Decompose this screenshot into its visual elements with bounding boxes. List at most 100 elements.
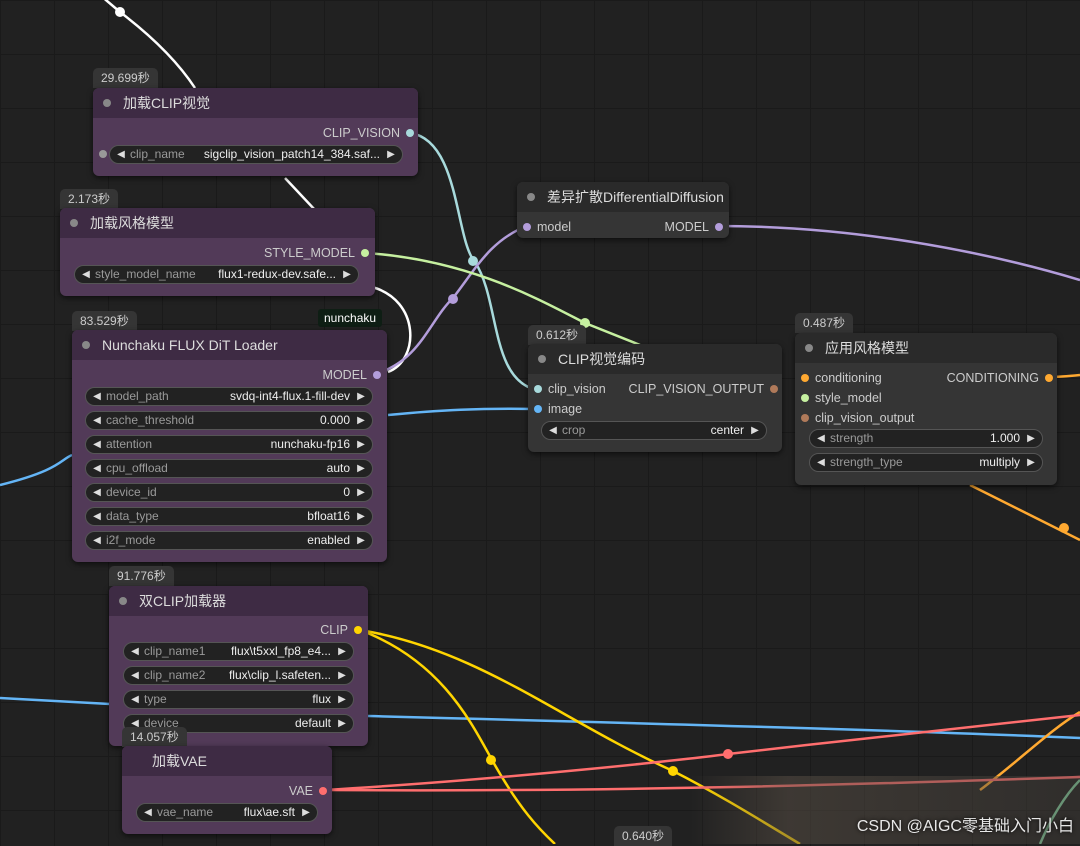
input-dot-icon[interactable] [801,414,809,422]
input-image[interactable]: image [534,401,582,417]
input-dot-icon[interactable] [801,394,809,402]
widget-strength[interactable]: ◀ strength 1.000 ▶ [809,429,1043,448]
node-nunchaku-flux-loader[interactable]: Nunchaku FLUX DiT Loader MODEL ◀ model_p… [72,330,387,562]
input-dot-icon[interactable] [534,405,542,413]
node-title[interactable]: 差异扩散DifferentialDiffusion [517,182,729,212]
collapse-dot-icon[interactable] [119,597,127,605]
arrow-left-icon[interactable]: ◀ [114,146,128,163]
arrow-left-icon[interactable]: ◀ [79,266,93,283]
arrow-left-icon[interactable]: ◀ [814,454,828,471]
arrow-right-icon[interactable]: ▶ [354,508,368,525]
arrow-left-icon[interactable]: ◀ [128,691,142,708]
input-dot-icon[interactable] [523,223,531,231]
arrow-right-icon[interactable]: ▶ [335,715,349,732]
output-dot-icon[interactable] [715,223,723,231]
input-model[interactable]: model [523,219,571,235]
input-conditioning[interactable]: conditioning [801,370,882,386]
widget-clip-name1[interactable]: ◀ clip_name1 flux\t5xxl_fp8_e4... ▶ [123,642,354,661]
arrow-right-icon[interactable]: ▶ [335,667,349,684]
arrow-left-icon[interactable]: ◀ [90,412,104,429]
output-dot-icon[interactable] [770,385,778,393]
arrow-left-icon[interactable]: ◀ [90,484,104,501]
node-differential-diffusion[interactable]: 差异扩散DifferentialDiffusion model MODEL [517,182,729,238]
arrow-right-icon[interactable]: ▶ [1024,430,1038,447]
output-style-model[interactable]: STYLE_MODEL [264,245,369,261]
arrow-right-icon[interactable]: ▶ [354,436,368,453]
output-clip-vision[interactable]: CLIP_VISION [323,125,414,141]
arrow-left-icon[interactable]: ◀ [128,667,142,684]
widget-clip-name2[interactable]: ◀ clip_name2 flux\clip_l.safeten... ▶ [123,666,354,685]
node-title[interactable]: 加载CLIP视觉 [93,88,418,118]
widget-device-id[interactable]: ◀ device_id 0 ▶ [85,483,373,502]
arrow-left-icon[interactable]: ◀ [90,532,104,549]
node-vae-loader[interactable]: 加载VAE VAE ◀ vae_name flux\ae.sft ▶ [122,746,332,834]
input-dot-icon[interactable] [534,385,542,393]
output-dot-icon[interactable] [373,371,381,379]
output-clip-vision-output[interactable]: CLIP_VISION_OUTPUT [629,381,778,397]
node-clip-vision-encode[interactable]: CLIP视觉编码 clip_vision image CLIP_VISION_O… [528,344,782,452]
arrow-right-icon[interactable]: ▶ [335,691,349,708]
arrow-right-icon[interactable]: ▶ [748,422,762,439]
arrow-right-icon[interactable]: ▶ [1024,454,1038,471]
output-dot-icon[interactable] [1045,374,1053,382]
node-dual-clip-loader[interactable]: 双CLIP加载器 CLIP ◀ clip_name1 flux\t5xxl_fp… [109,586,368,746]
widget-i2f-mode[interactable]: ◀ i2f_mode enabled ▶ [85,531,373,550]
input-style-model[interactable]: style_model [801,390,882,406]
arrow-left-icon[interactable]: ◀ [90,388,104,405]
arrow-right-icon[interactable]: ▶ [335,643,349,660]
arrow-left-icon[interactable]: ◀ [814,430,828,447]
widget-vae-name[interactable]: ◀ vae_name flux\ae.sft ▶ [136,803,318,822]
widget-attention[interactable]: ◀ attention nunchaku-fp16 ▶ [85,435,373,454]
widget-crop[interactable]: ◀ crop center ▶ [541,421,767,440]
collapse-dot-icon[interactable] [527,193,535,201]
output-dot-icon[interactable] [319,787,327,795]
widget-cache-threshold[interactable]: ◀ cache_threshold 0.000 ▶ [85,411,373,430]
arrow-right-icon[interactable]: ▶ [354,532,368,549]
output-model[interactable]: MODEL [323,367,381,383]
output-dot-icon[interactable] [354,626,362,634]
node-clip-vision-loader[interactable]: 加载CLIP视觉 CLIP_VISION ◀ clip_name sigclip… [93,88,418,176]
input-dot-icon[interactable] [801,374,809,382]
output-vae[interactable]: VAE [289,783,327,799]
arrow-right-icon[interactable]: ▶ [354,460,368,477]
arrow-left-icon[interactable]: ◀ [90,508,104,525]
input-clip-vision-output[interactable]: clip_vision_output [801,410,914,426]
node-title[interactable]: CLIP视觉编码 [528,344,782,374]
arrow-right-icon[interactable]: ▶ [340,266,354,283]
output-dot-icon[interactable] [361,249,369,257]
collapse-dot-icon[interactable] [82,341,90,349]
output-conditioning[interactable]: CONDITIONING [947,370,1053,386]
widget-data-type[interactable]: ◀ data_type bfloat16 ▶ [85,507,373,526]
arrow-left-icon[interactable]: ◀ [128,643,142,660]
collapse-dot-icon[interactable] [805,344,813,352]
widget-cpu-offload[interactable]: ◀ cpu_offload auto ▶ [85,459,373,478]
widget-style-model-name[interactable]: ◀ style_model_name flux1-redux-dev.safe.… [74,265,359,284]
node-style-model-loader[interactable]: 加载风格模型 STYLE_MODEL ◀ style_model_name fl… [60,208,375,296]
node-title[interactable]: 应用风格模型 [795,333,1057,363]
arrow-right-icon[interactable]: ▶ [354,388,368,405]
collapse-dot-icon[interactable] [70,219,78,227]
arrow-right-icon[interactable]: ▶ [354,412,368,429]
node-title[interactable]: 加载风格模型 [60,208,375,238]
arrow-left-icon[interactable]: ◀ [546,422,560,439]
input-dot-icon[interactable] [99,150,107,158]
arrow-left-icon[interactable]: ◀ [90,436,104,453]
widget-clip-name[interactable]: ◀ clip_name sigclip_vision_patch14_384.s… [109,145,403,164]
node-title[interactable]: 双CLIP加载器 [109,586,368,616]
node-title[interactable]: Nunchaku FLUX DiT Loader [72,330,387,360]
arrow-right-icon[interactable]: ▶ [354,484,368,501]
arrow-left-icon[interactable]: ◀ [141,804,155,821]
input-clip-vision[interactable]: clip_vision [534,381,606,397]
widget-model-path[interactable]: ◀ model_path svdq-int4-flux.1-fill-dev ▶ [85,387,373,406]
output-clip[interactable]: CLIP [320,622,362,638]
node-apply-style-model[interactable]: 应用风格模型 conditioning style_model clip_vis… [795,333,1057,485]
arrow-left-icon[interactable]: ◀ [90,460,104,477]
widget-strength-type[interactable]: ◀ strength_type multiply ▶ [809,453,1043,472]
output-dot-icon[interactable] [406,129,414,137]
widget-type[interactable]: ◀ type flux ▶ [123,690,354,709]
arrow-right-icon[interactable]: ▶ [299,804,313,821]
collapse-dot-icon[interactable] [538,355,546,363]
collapse-dot-icon[interactable] [103,99,111,107]
arrow-right-icon[interactable]: ▶ [384,146,398,163]
output-model[interactable]: MODEL [665,219,723,235]
